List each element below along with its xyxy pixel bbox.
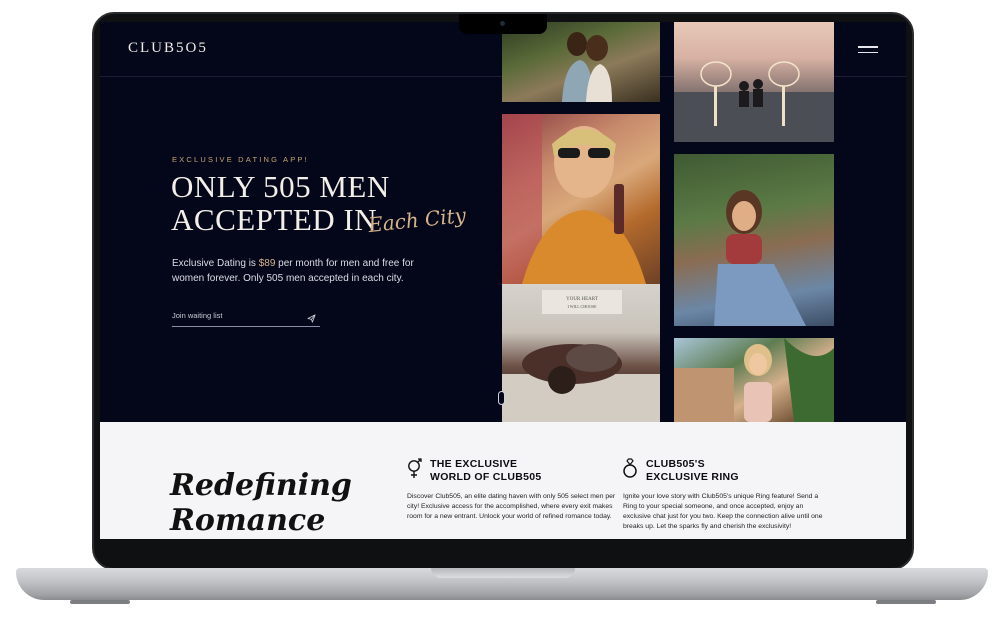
feature-text: Discover Club505, an elite dating haven …: [407, 493, 616, 520]
description-before: Exclusive Dating is: [172, 258, 259, 269]
section-title-line-1: Redefining: [170, 468, 352, 503]
couple-bed-photo: YOUR HEART I WILL CHOOSE: [502, 284, 660, 422]
feature-title-line-2: WORLD OF CLUB505: [430, 470, 542, 483]
hero-description: Exclusive Dating is $89 per month for me…: [172, 257, 432, 286]
site-logo[interactable]: CLUB5O5: [128, 40, 208, 57]
section-title-line-2: Romance: [170, 503, 326, 538]
scroll-indicator[interactable]: [498, 391, 505, 405]
feature-title-line-2: EXCLUSIVE RING: [646, 470, 739, 483]
laptop-foot-right: [876, 600, 936, 604]
woman-sunglasses-photo: [502, 114, 660, 284]
hero-eyebrow: EXCLUSIVE DATING APP!: [172, 155, 309, 164]
headline-line-2: ACCEPTED IN: [171, 202, 378, 237]
feature-text: Ignite your love story with Club505's un…: [623, 493, 823, 530]
camera-icon: [500, 21, 505, 26]
feature-title: THE EXCLUSIVE WORLD OF CLUB505: [430, 458, 542, 483]
gender-icon: [406, 458, 422, 485]
hero-headline: ONLY 505 MEN ACCEPTED IN: [171, 170, 390, 236]
laptop-foot-left: [70, 600, 130, 604]
couple-photo-1: [502, 22, 660, 102]
svg-text:YOUR HEART: YOUR HEART: [566, 297, 598, 302]
menu-icon[interactable]: [858, 46, 878, 57]
price-highlight: $89: [258, 258, 276, 269]
screen: CLUB5O5 EXCLUSIVE DATING APP! ONLY 505 M…: [100, 22, 906, 539]
hero-section: CLUB5O5 EXCLUSIVE DATING APP! ONLY 505 M…: [100, 22, 502, 422]
camera-notch: [459, 14, 547, 34]
laptop-base-notch: [431, 568, 575, 578]
ring-icon: [622, 458, 638, 485]
feature-title-line-1: THE EXCLUSIVE: [430, 458, 518, 470]
section-title: Redefining Romance: [170, 468, 352, 538]
headline-line-1: ONLY 505 MEN: [171, 169, 390, 204]
svg-text:I WILL CHOOSE: I WILL CHOOSE: [567, 304, 597, 309]
waitlist-input[interactable]: Join waiting list: [172, 309, 320, 327]
woman-sitting-photo: [674, 154, 834, 326]
send-icon[interactable]: [307, 310, 316, 328]
waitlist-placeholder: Join waiting list: [172, 311, 223, 320]
feature-title-line-1: CLUB505'S: [646, 458, 705, 470]
woman-tropical-photo: [674, 338, 834, 422]
features-section: Redefining Romance THE EXCLUSIVE WORLD O…: [100, 422, 906, 539]
feature-title: CLUB505'S EXCLUSIVE RING: [646, 458, 739, 483]
pool-couple-photo: [674, 22, 834, 142]
